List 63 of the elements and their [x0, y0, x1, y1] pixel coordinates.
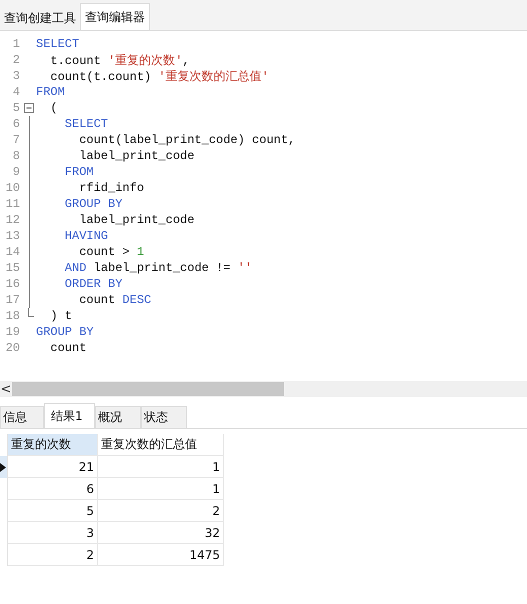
table-cell: 5 — [8, 500, 98, 522]
line-number: 5 — [12, 101, 20, 115]
code-line: GROUP BY — [64, 197, 122, 211]
code-line: FROM — [36, 85, 65, 99]
result-tab[interactable]: 状态 — [141, 406, 187, 428]
line-number: 19 — [4, 325, 20, 339]
line-number: 10 — [4, 181, 20, 195]
code-line: ( — [49, 101, 58, 115]
collapse-icon[interactable] — [24, 102, 34, 114]
line-number: 13 — [4, 229, 20, 243]
table-cell: 32 — [98, 522, 224, 544]
code-line: SELECT — [64, 117, 108, 131]
code-line: count(label_print_code) count, — [78, 133, 296, 147]
line-number: 11 — [4, 197, 20, 211]
code-line: count(t.count) '重复次数的汇总值' — [49, 68, 269, 84]
line-number: 16 — [4, 277, 20, 291]
code-line: t.count '重复的次数', — [49, 52, 190, 68]
result-tab[interactable]: 信息 — [0, 406, 44, 428]
table-cell: 21 — [8, 456, 98, 478]
table-cell: 1 — [98, 478, 224, 500]
code-line: AND label_print_code != '' — [64, 261, 252, 275]
code-line: GROUP BY — [36, 325, 94, 339]
current-row-icon — [0, 462, 6, 472]
row-indicator[interactable] — [0, 456, 8, 478]
line-number: 2 — [12, 53, 20, 67]
result-tab[interactable]: 概况 — [95, 406, 141, 428]
line-number: 3 — [12, 69, 20, 83]
editor-tab[interactable]: 查询创建工具 — [0, 6, 80, 30]
code-line: label_print_code — [78, 213, 194, 227]
code-line: count DESC — [78, 293, 152, 307]
line-number: 4 — [12, 85, 20, 99]
line-number: 6 — [12, 117, 20, 131]
line-number: 7 — [12, 133, 20, 147]
line-number: 8 — [12, 149, 20, 163]
code-line: HAVING — [64, 229, 108, 243]
line-number: 17 — [4, 293, 20, 307]
line-number: 1 — [12, 37, 20, 51]
code-line: ) t — [49, 309, 72, 323]
code-line: rfid_info — [78, 181, 144, 195]
column-header[interactable]: 重复的次数 — [8, 434, 98, 456]
line-number: 14 — [4, 245, 20, 259]
result-tab[interactable]: 结果1 — [44, 403, 95, 428]
code-line: SELECT — [36, 37, 80, 51]
table-cell: 2 — [98, 500, 224, 522]
editor-tab[interactable]: 查询编辑器 — [80, 3, 150, 30]
code-line: ORDER BY — [64, 277, 122, 291]
table-cell: 6 — [8, 478, 98, 500]
table-cell: 2 — [8, 544, 98, 566]
horizontal-scrollbar[interactable]: < — [0, 381, 527, 397]
code-line: label_print_code — [78, 149, 194, 163]
scroll-left-button[interactable]: < — [0, 382, 12, 396]
line-number: 12 — [4, 213, 20, 227]
line-number: 15 — [4, 261, 20, 275]
code-line: FROM — [64, 165, 94, 179]
code-line: count > 1 — [78, 245, 144, 259]
line-number: 9 — [12, 165, 20, 179]
line-number: 18 — [4, 309, 20, 323]
line-number: 20 — [4, 341, 20, 355]
table-cell: 1 — [98, 456, 224, 478]
code-line: count — [49, 341, 86, 355]
table-cell: 1475 — [98, 544, 224, 566]
table-cell: 3 — [8, 522, 98, 544]
column-header[interactable]: 重复次数的汇总值 — [98, 434, 224, 456]
